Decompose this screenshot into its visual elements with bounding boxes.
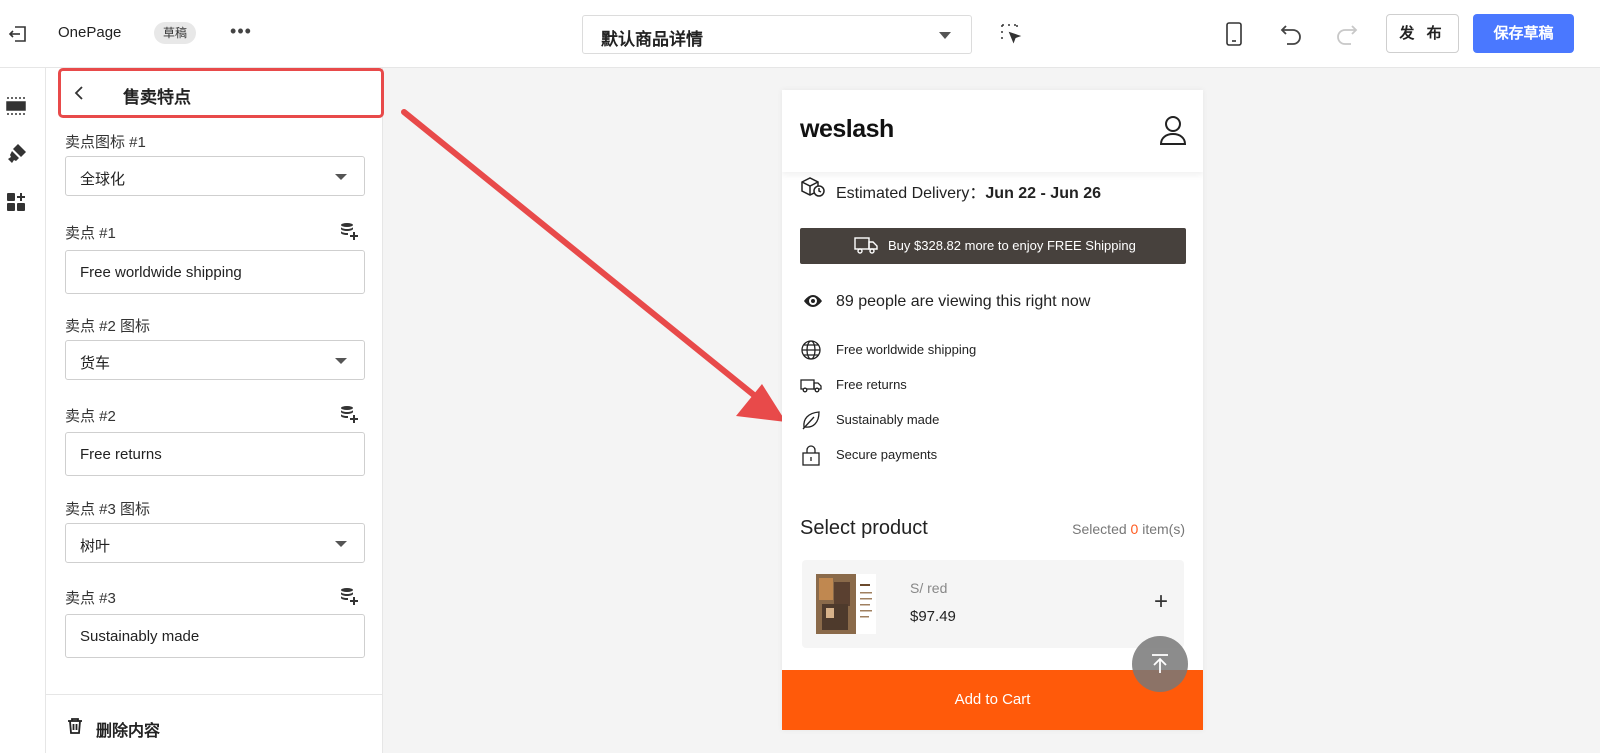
- delete-content-button[interactable]: 删除内容: [46, 694, 383, 753]
- app-name: OnePage: [58, 24, 122, 41]
- undo-icon[interactable]: [1278, 21, 1304, 47]
- store-logo[interactable]: weslash: [800, 115, 894, 144]
- product-thumbnail: [816, 574, 876, 634]
- truck-icon: [800, 379, 822, 393]
- variant-price: $97.49: [910, 608, 956, 625]
- selected-suffix: item(s): [1142, 521, 1185, 537]
- arrow-up-icon: [1152, 654, 1168, 673]
- package-clock-icon: [801, 177, 825, 197]
- template-select[interactable]: 默认商品详情: [582, 15, 972, 54]
- icon3-label: 卖点 #3 图标: [65, 501, 151, 518]
- feature-item: Secure payments: [800, 444, 1190, 466]
- feature-text: Sustainably made: [836, 412, 940, 427]
- eye-icon: [804, 295, 822, 307]
- delivery-text: Estimated Delivery：Jun 22 - Jun 26: [836, 179, 1101, 203]
- feature-text: Free returns: [836, 377, 907, 392]
- chevron-down-icon: [335, 174, 347, 180]
- point1-label: 卖点 #1: [65, 225, 116, 242]
- feature-item: Free returns: [800, 374, 1190, 396]
- top-toolbar: OnePage 草稿 ••• 默认商品详情 发 布 保存草稿: [0, 0, 1600, 68]
- dynamic-source-icon[interactable]: [340, 222, 360, 240]
- icon1-label: 卖点图标 #1: [65, 134, 146, 151]
- icon1-select-value: 全球化: [80, 171, 126, 188]
- delete-content-label: 删除内容: [96, 723, 161, 740]
- back-to-top-button[interactable]: [1132, 636, 1188, 692]
- icon1-select[interactable]: 全球化: [65, 156, 365, 196]
- dynamic-source-icon[interactable]: [340, 405, 360, 423]
- save-draft-button[interactable]: 保存草稿: [1473, 14, 1574, 53]
- product-variant-item[interactable]: S/ red $97.49 +: [802, 560, 1184, 648]
- mobile-view-icon[interactable]: [1222, 21, 1246, 47]
- back-icon[interactable]: [71, 84, 89, 102]
- theme-brush-icon[interactable]: [4, 142, 28, 166]
- point2-label: 卖点 #2: [65, 408, 116, 425]
- free-shipping-banner: Buy $328.82 more to enjoy FREE Shipping: [800, 228, 1186, 264]
- variant-label: S/ red: [910, 580, 948, 596]
- shipping-banner-text: Buy $328.82 more to enjoy FREE Shipping: [888, 238, 1136, 253]
- redo-icon[interactable]: [1334, 21, 1360, 47]
- selected-number: 0: [1130, 521, 1139, 537]
- delivery-label: Estimated Delivery：: [836, 185, 986, 202]
- add-variant-icon[interactable]: +: [1154, 588, 1168, 616]
- dynamic-source-icon[interactable]: [340, 587, 360, 605]
- more-menu-icon[interactable]: •••: [228, 22, 254, 44]
- exit-icon[interactable]: [6, 22, 30, 46]
- estimated-delivery: Estimated Delivery：Jun 22 - Jun 26: [800, 176, 1190, 203]
- icon2-label: 卖点 #2 图标: [65, 318, 151, 335]
- annotation-arrow: [401, 109, 786, 422]
- selected-count: Selected 0 item(s): [1072, 521, 1185, 537]
- feature-item: Free worldwide shipping: [800, 339, 1190, 361]
- icon3-select[interactable]: 树叶: [65, 523, 365, 563]
- point3-label: 卖点 #3: [65, 590, 116, 607]
- selected-prefix: Selected: [1072, 521, 1127, 537]
- select-element-icon[interactable]: [999, 22, 1023, 46]
- settings-panel: 售卖特点 卖点图标 #1 全球化 卖点 #1 卖点 #2 图标 货车 卖点 #2…: [46, 68, 384, 753]
- template-select-value: 默认商品详情: [601, 30, 703, 49]
- viewers-text: 89 people are viewing this right now: [836, 293, 1091, 310]
- sections-icon[interactable]: [4, 94, 28, 118]
- leaf-icon: [802, 411, 820, 430]
- page-preview: weslash Estimated Delivery：Jun 22 - Jun …: [782, 90, 1203, 730]
- user-icon[interactable]: [1158, 114, 1188, 146]
- point2-input[interactable]: [65, 432, 365, 476]
- panel-title: 售卖特点: [123, 88, 191, 107]
- feature-text: Free worldwide shipping: [836, 342, 977, 357]
- store-header: weslash: [782, 90, 1203, 172]
- publish-button[interactable]: 发 布: [1386, 14, 1459, 53]
- chevron-down-icon: [939, 32, 951, 39]
- viewers-count: 89 people are viewing this right now: [800, 290, 1190, 314]
- lock-icon: [802, 445, 820, 466]
- chevron-down-icon: [335, 358, 347, 364]
- icon2-select[interactable]: 货车: [65, 340, 365, 380]
- apps-icon[interactable]: [4, 190, 28, 214]
- panel-header: 售卖特点: [58, 68, 384, 118]
- icon3-select-value: 树叶: [80, 538, 111, 555]
- trash-icon: [68, 718, 82, 734]
- select-product-title: Select product: [800, 517, 928, 539]
- point3-input[interactable]: [65, 614, 365, 658]
- globe-icon: [801, 340, 821, 360]
- feature-item: Sustainably made: [800, 409, 1190, 431]
- status-badge: 草稿: [154, 22, 197, 44]
- point1-input[interactable]: [65, 250, 365, 294]
- icon2-select-value: 货车: [80, 355, 111, 372]
- delivery-dates: Jun 22 - Jun 26: [985, 185, 1101, 202]
- chevron-down-icon: [335, 541, 347, 547]
- truck-icon: [854, 237, 878, 254]
- feature-text: Secure payments: [836, 447, 938, 462]
- left-icon-rail: [0, 68, 46, 753]
